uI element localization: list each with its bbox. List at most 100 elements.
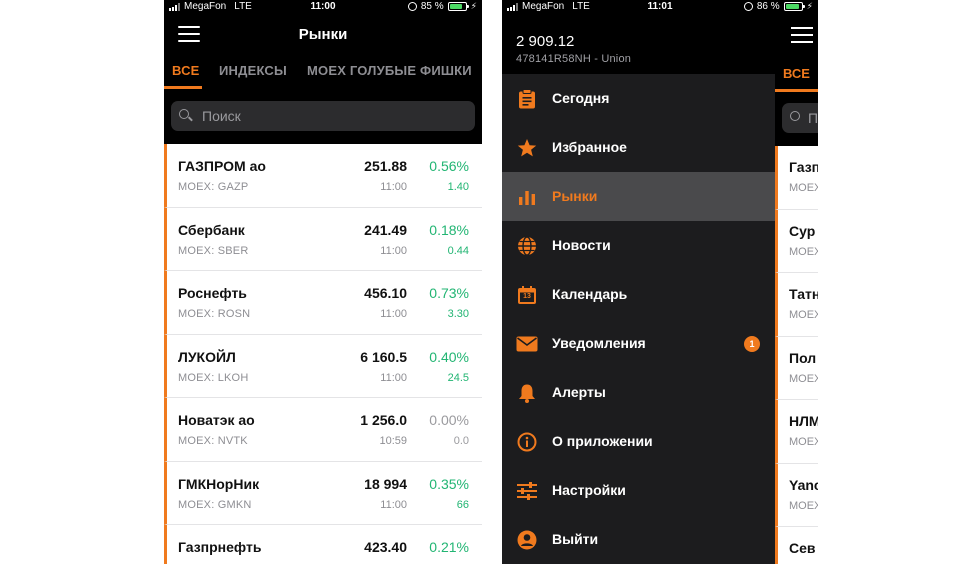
stock-row[interactable]: НЛМ MOEX [775,400,818,464]
stock-name: Газпрнефть [178,539,262,555]
stock-row[interactable]: Сбербанк MOEX: SBER 241.49 11:00 0.18% 0… [164,207,482,271]
alarm-icon [407,2,417,11]
stock-change-value: 0.0 [453,435,469,447]
stock-price: 423.40 [364,539,407,555]
stock-change-percent: 0.00% [429,412,469,428]
stock-ticker: MOEX [789,372,818,385]
stock-row[interactable]: ЛУКОЙЛ MOEX: LKOH 6 160.5 11:00 0.40% 24… [164,334,482,398]
stock-ticker: MOEX [789,245,818,258]
stock-ticker: MOEX: GAZP [178,181,249,193]
stock-name: Сбербанк [178,221,245,238]
menu-item-logout[interactable]: Выйти [502,515,775,564]
search-placeholder: Поиск [202,108,241,124]
search-icon [179,109,189,119]
menu-icon[interactable] [791,27,813,43]
menu-item-alerts[interactable]: Алерты [502,368,775,417]
notification-count-badge: 1 [744,336,760,352]
stock-change-percent: 0.35% [429,475,469,492]
stock-row[interactable]: Газпрнефть 423.40 0.21% [164,525,482,564]
stock-row[interactable]: Роснефть MOEX: ROSN 456.10 11:00 0.73% 3… [164,271,482,335]
stock-ticker: MOEX: LKOH [178,371,249,384]
stock-price: 251.88 [364,158,407,174]
stock-ticker: MOEX: SBER [178,244,249,257]
stock-time: 11:00 [380,308,407,320]
battery-percent: 85 % [420,1,444,12]
menu-item-label: Настройки [552,482,626,498]
user-icon [516,529,538,551]
menu-item-about[interactable]: О приложении [502,417,775,466]
stock-ticker: MOEX [789,499,818,512]
calendar-day: 13 [523,293,531,300]
nav-bar: Рынки [164,20,482,50]
menu-item-news[interactable]: Новости [502,221,775,270]
stock-row[interactable]: Газп MOEX [775,146,818,210]
stock-row[interactable]: Новатэк ао MOEX: NVTK 1 256.0 10:59 0.00… [164,398,482,462]
stock-time: 10:59 [379,435,407,447]
stock-row[interactable]: ГМКНорНик MOEX: GMKN 18 994 11:00 0.35% … [164,461,482,525]
menu-item-label: О приложении [552,433,653,449]
menu-item-calendar[interactable]: 13 Календарь [502,270,775,319]
tab-indices[interactable]: ИНДЕКСЫ [219,63,287,78]
alarm-icon [743,2,753,11]
stock-change-value: 3.30 [447,308,469,320]
stock-time: 11:00 [380,244,407,257]
stock-name: Новатэк ао [178,412,255,428]
stock-change-value: 24.5 [447,371,469,384]
page-title: Рынки [298,26,348,43]
stock-change-value: 66 [456,498,469,511]
search-icon [790,111,800,121]
search-input[interactable]: Поиск [171,101,475,131]
stock-name: Yanc [789,476,818,493]
clipboard-icon [516,88,538,110]
stock-list: ГАЗПРОМ ао MOEX: GAZP 251.88 11:00 0.56%… [164,144,482,564]
stock-name: Сев [789,540,816,556]
bar-chart-icon [516,186,538,208]
stock-change-value: 0.44 [447,244,469,257]
drawer-menu: Сегодня Избранное Рынки Новости 13 Кален… [502,74,775,564]
stock-name: ЛУКОЙЛ [178,348,236,365]
menu-item-today[interactable]: Сегодня [502,74,775,123]
status-bar: MegaFon LTE 11:01 86 % ⚡ [502,0,818,14]
stock-price: 6 160.5 [360,348,407,365]
bell-icon [516,382,538,404]
sliders-icon [516,480,538,502]
search-placeholder: П [808,110,818,126]
menu-item-favorites[interactable]: Избранное [502,123,775,172]
phone-markets-screen: MegaFon LTE 11:00 85 % ⚡ Рынки ВСЕ ИНДЕК… [164,0,482,564]
stock-name: Пол [789,349,817,366]
stock-row[interactable]: Сур MOEX [775,209,818,273]
stock-price: 456.10 [364,285,407,301]
menu-item-label: Новости [552,237,611,253]
stock-ticker: MOEX: GMKN [178,498,252,511]
stock-ticker: MOEX: ROSN [178,308,251,320]
search-input[interactable]: П [782,103,818,133]
battery-icon [783,2,805,11]
stock-row[interactable]: Сев [775,527,818,564]
menu-item-settings[interactable]: Настройки [502,466,775,515]
menu-item-notifications[interactable]: Уведомления 1 [502,319,775,368]
envelope-icon [516,333,538,355]
phone-drawer-screen: MegaFon LTE 11:01 86 % ⚡ 2 909.12 478141… [502,0,818,564]
charging-icon: ⚡ [806,1,813,11]
market-tabs: ВСЕ ИНДЕКСЫ MOEX ГОЛУБЫЕ ФИШКИ [164,58,482,90]
status-bar: MegaFon LTE 11:00 85 % ⚡ [164,0,482,14]
underlying-screen-peek[interactable]: ВСЕ П Газп MOEX Сур MOEX Татн MOEX Пол MOEX … [775,0,818,564]
stock-name: Газп [789,159,818,175]
stock-row[interactable]: Yanc MOEX [775,463,818,527]
stock-ticker: MOEX: NVTK [178,435,248,447]
stock-row[interactable]: ГАЗПРОМ ао MOEX: GAZP 251.88 11:00 0.56%… [164,144,482,208]
stock-ticker: MOEX [789,309,818,321]
active-tab-indicator [775,89,818,92]
charging-icon: ⚡ [470,1,477,11]
menu-item-markets[interactable]: Рынки [502,172,775,221]
stock-name: НЛМ [789,413,818,429]
stock-row[interactable]: Пол MOEX [775,336,818,400]
stock-ticker: MOEX [789,182,818,194]
stock-name: Роснефть [178,285,247,301]
stock-row[interactable]: Татн MOEX [775,273,818,337]
menu-item-label: Уведомления [552,335,646,351]
stock-time: 11:00 [380,371,407,384]
tab-all[interactable]: ВСЕ [172,63,200,78]
tab-moex-blue-chips[interactable]: MOEX ГОЛУБЫЕ ФИШКИ [307,63,472,78]
tab-all[interactable]: ВСЕ [783,66,810,81]
